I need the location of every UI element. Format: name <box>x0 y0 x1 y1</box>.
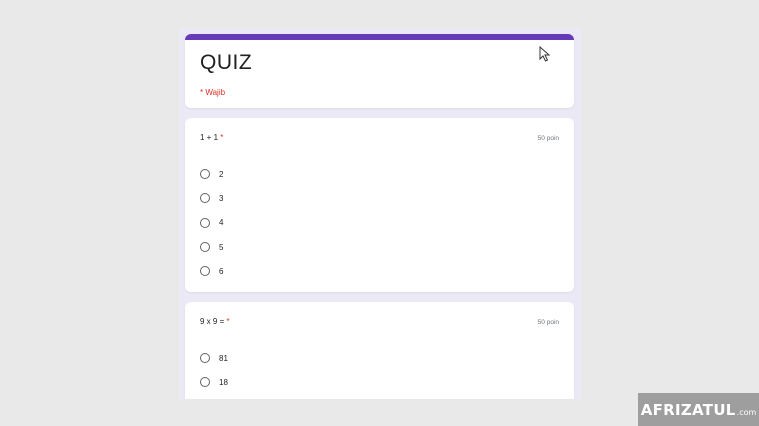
radio-option[interactable]: 18 <box>200 370 228 394</box>
question-card-2: 9 x 9 = * 50 poin 81 18 <box>185 302 574 399</box>
question-card-1: 1 + 1 * 50 poin 2 3 4 5 6 <box>185 118 574 292</box>
radio-button[interactable] <box>200 353 210 364</box>
option-label: 2 <box>219 169 224 179</box>
radio-option[interactable]: 4 <box>200 211 223 235</box>
radio-option[interactable]: 5 <box>200 235 223 259</box>
required-asterisk: * <box>226 317 230 326</box>
radio-button[interactable] <box>200 217 210 228</box>
radio-button[interactable] <box>200 266 210 277</box>
question-text: 9 x 9 = * <box>200 317 230 326</box>
option-label: 6 <box>219 266 224 276</box>
question-points: 50 poin <box>537 319 559 326</box>
mouse-pointer-icon <box>539 46 551 62</box>
watermark-suffix: .com <box>736 407 757 417</box>
radio-option[interactable]: 81 <box>200 346 228 370</box>
option-label: 81 <box>219 353 228 363</box>
form-accent-bar <box>185 34 574 40</box>
radio-button[interactable] <box>200 193 210 204</box>
radio-option[interactable]: 2 <box>200 162 223 186</box>
required-asterisk: * <box>220 133 224 142</box>
option-label: 4 <box>219 218 224 228</box>
radio-button[interactable] <box>200 169 210 180</box>
question-text: 1 + 1 * <box>200 133 223 142</box>
radio-option[interactable] <box>200 395 228 399</box>
required-note: * Wajib <box>200 88 226 97</box>
question-label: 1 + 1 <box>200 133 219 142</box>
option-label: 5 <box>219 242 224 252</box>
radio-button[interactable] <box>200 377 210 388</box>
option-label: 3 <box>219 193 224 203</box>
radio-option[interactable]: 3 <box>200 186 223 210</box>
answer-options: 81 18 <box>200 346 228 399</box>
watermark-logo: AFRIZATUL .com <box>638 393 759 426</box>
radio-option[interactable]: 6 <box>200 259 223 283</box>
form-title: QUIZ <box>200 51 253 74</box>
form-header-card: QUIZ * Wajib <box>185 34 574 108</box>
option-label: 18 <box>219 377 228 387</box>
watermark-text: AFRIZATUL <box>640 400 736 419</box>
question-label: 9 x 9 = <box>200 317 225 326</box>
radio-button[interactable] <box>200 242 210 253</box>
answer-options: 2 3 4 5 6 <box>200 162 223 283</box>
question-points: 50 poin <box>537 135 559 142</box>
form-container: QUIZ * Wajib 1 + 1 * 50 poin 2 3 4 5 6 9… <box>179 28 581 399</box>
